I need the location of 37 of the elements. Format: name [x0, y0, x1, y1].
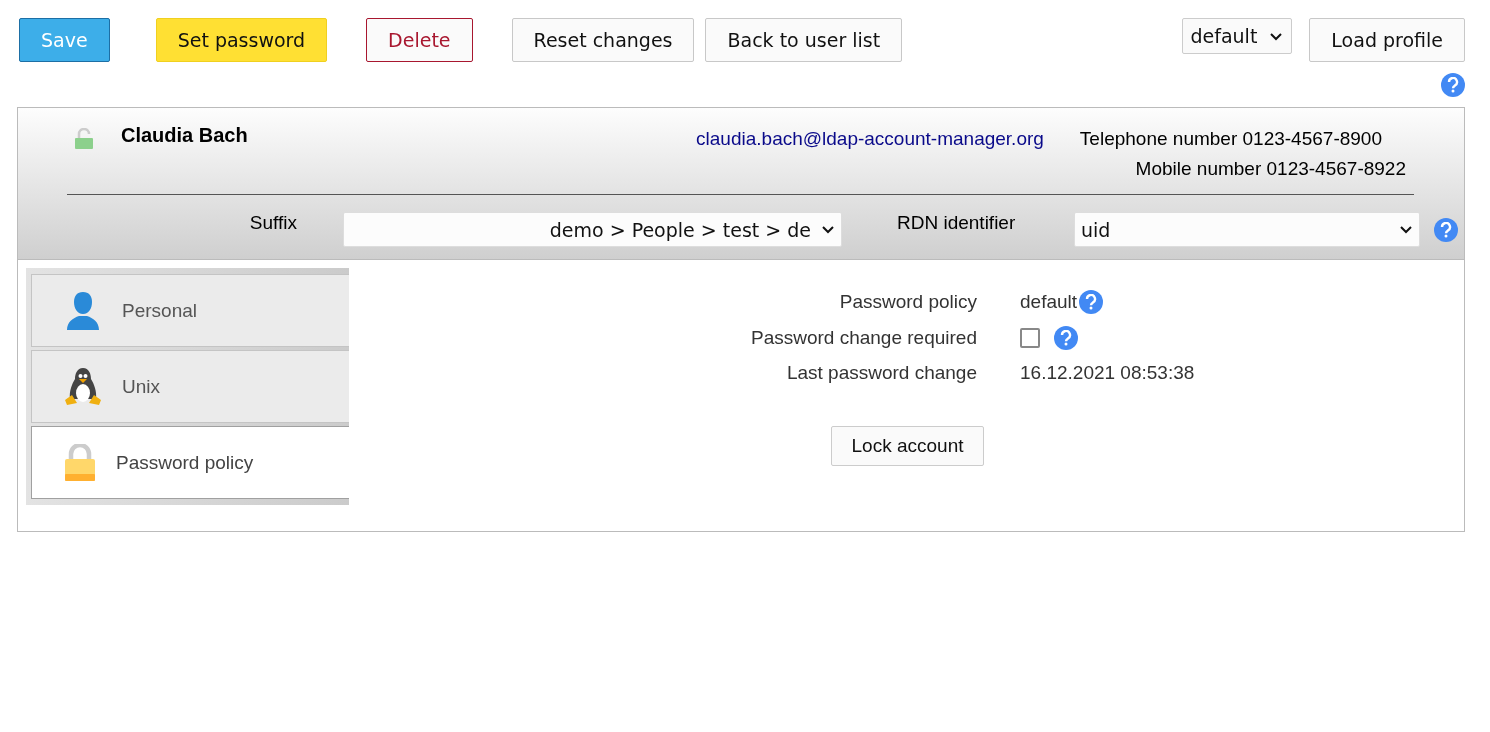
lock-account-button[interactable]: Lock account: [830, 426, 985, 466]
tab-label: Password policy: [116, 451, 254, 474]
help-icon[interactable]: [1079, 290, 1104, 314]
field-label: Last password change: [786, 362, 977, 384]
contact-info: Mobile number 0123-4567-8922: [1135, 158, 1406, 180]
field-value: 16.12.2021 08:53:38: [1020, 362, 1195, 384]
person-icon: [64, 290, 102, 331]
profile-select[interactable]: default: [1181, 18, 1293, 54]
field-label: Password change required: [750, 327, 977, 349]
contact-info: Telephone number 0123-4567-8900: [1079, 128, 1382, 150]
chevron-down-icon: [1269, 31, 1284, 41]
help-icon[interactable]: [1434, 217, 1458, 242]
checkbox[interactable]: [1020, 328, 1040, 348]
module-tab[interactable]: Password policy: [31, 426, 349, 499]
toolbar-button[interactable]: Reset changes: [511, 18, 695, 62]
module-tab[interactable]: Personal: [31, 274, 349, 347]
suffix-label: Suffix: [248, 212, 297, 234]
rdn-label: RDN identifier: [897, 212, 1017, 234]
chevron-down-icon: [1399, 225, 1413, 234]
rdn-select[interactable]: uid: [1074, 212, 1420, 247]
module-tab[interactable]: Unix: [31, 350, 349, 423]
field-label: Password policy: [839, 291, 977, 313]
toolbar-button[interactable]: Back to user list: [705, 18, 903, 62]
load-profile-button[interactable]: Load profile: [1309, 18, 1465, 62]
tab-label: Unix: [122, 375, 160, 398]
suffix-select[interactable]: demo > People > test > de: [343, 212, 842, 247]
email-link[interactable]: claudia.bach@ldap-account-manager.org: [696, 124, 1044, 180]
user-name: Claudia Bach: [121, 124, 249, 148]
penguin-icon: [64, 366, 102, 407]
help-icon[interactable]: [1441, 73, 1465, 97]
help-icon[interactable]: [1054, 326, 1078, 350]
field-value: default: [1020, 291, 1078, 313]
padlock-icon: [64, 443, 96, 482]
chevron-down-icon: [821, 225, 835, 234]
tab-label: Personal: [122, 299, 197, 322]
toolbar-button[interactable]: Set password: [155, 18, 328, 62]
delete-button[interactable]: Delete: [366, 18, 473, 62]
